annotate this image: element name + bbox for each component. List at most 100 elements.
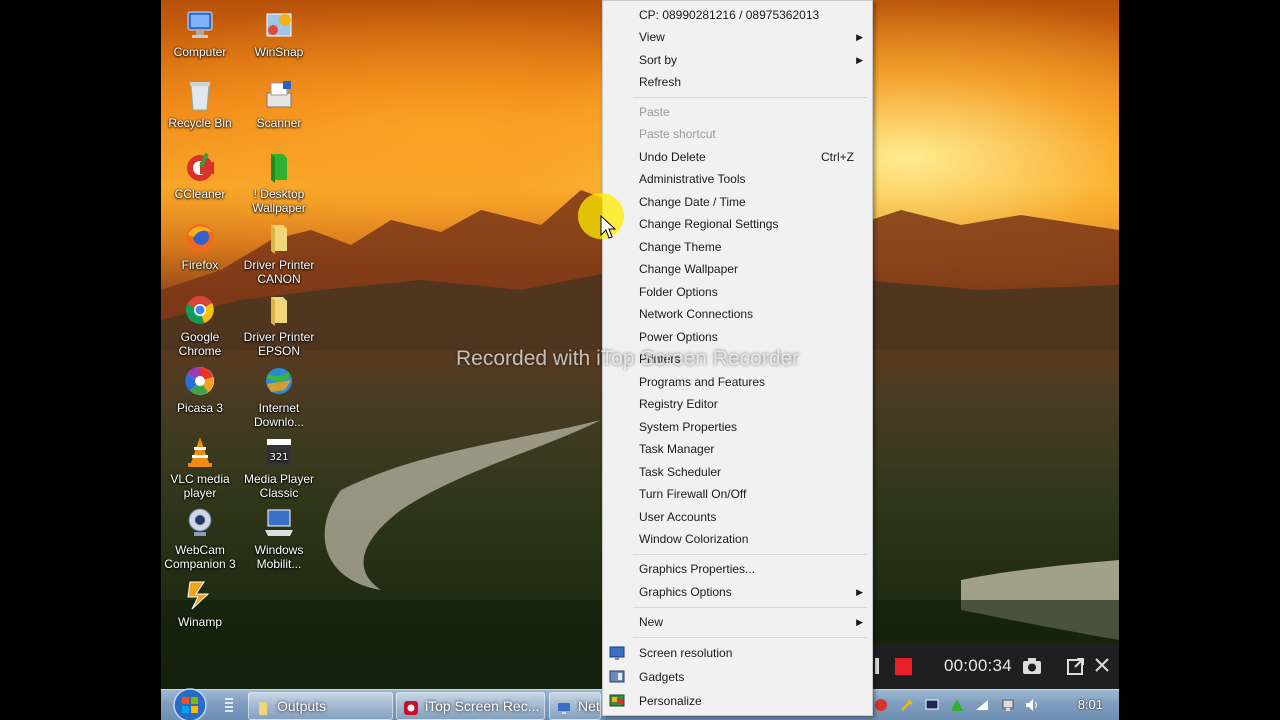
- taskbar-button-outputs[interactable]: Outputs: [248, 692, 393, 720]
- tray-tools-icon[interactable]: [900, 698, 914, 712]
- menu-item-change-date-time[interactable]: Change Date / Time: [603, 191, 872, 213]
- desktop-icon-label: VLC media player: [170, 472, 230, 500]
- menu-separator: [633, 607, 867, 608]
- ccleaner-icon: [182, 150, 218, 184]
- menu-item-label: Folder Options: [639, 285, 718, 299]
- globe-download-icon: [261, 364, 297, 398]
- screenshot-camera-icon[interactable]: [1022, 657, 1042, 680]
- menu-item-label: Sort by: [639, 53, 678, 67]
- menu-item-window-colorization[interactable]: Window Colorization: [603, 528, 872, 550]
- menu-item-label: Printers: [639, 352, 681, 366]
- menu-item-graphics-properties[interactable]: Graphics Properties...: [603, 558, 872, 580]
- menu-item-printers[interactable]: Printers: [603, 348, 872, 370]
- speaker-icon[interactable]: [1025, 698, 1039, 712]
- scanner-icon: [261, 79, 297, 113]
- desktop-icon-webcam-companion[interactable]: WebCam Companion 3: [161, 506, 240, 571]
- desktop-icon-picasa[interactable]: Picasa 3: [161, 364, 240, 415]
- desktop-icon-recycle-bin[interactable]: Recycle Bin: [161, 79, 240, 130]
- chrome-icon: [182, 293, 218, 327]
- menu-item-screen-resolution[interactable]: Screen resolution: [603, 642, 872, 664]
- desktop-icon-vlc[interactable]: VLC media player: [161, 435, 240, 500]
- desktop-icon-winsnap[interactable]: WinSnap: [239, 8, 319, 59]
- menu-item-task-manager[interactable]: Task Manager: [603, 438, 872, 460]
- desktop-icon-computer[interactable]: Computer: [161, 8, 240, 59]
- menu-item-system-properties[interactable]: System Properties: [603, 416, 872, 438]
- menu-item-network-connections[interactable]: Network Connections: [603, 303, 872, 325]
- menu-item-label: Personalize: [639, 694, 702, 708]
- desktop-icon-label: WinSnap: [254, 45, 304, 59]
- submenu-arrow-icon: ▶: [856, 32, 863, 42]
- menu-item-label: Change Theme: [639, 240, 722, 254]
- desktop-icon-label: Driver Printer CANON: [243, 258, 315, 286]
- menu-item-graphics-options[interactable]: Graphics Options ▶: [603, 581, 872, 603]
- desktop-icon-ccleaner[interactable]: CCleaner: [161, 150, 240, 201]
- minimize-to-corner-icon[interactable]: [1067, 657, 1085, 680]
- menu-item-refresh[interactable]: Refresh: [603, 71, 872, 93]
- desktop-icon-media-player-classic[interactable]: 321 Media Player Classic: [239, 435, 319, 500]
- menu-item-view[interactable]: View ▶: [603, 26, 872, 48]
- desktop-icon-label: Recycle Bin: [168, 116, 232, 130]
- menu-item-folder-options[interactable]: Folder Options: [603, 281, 872, 303]
- desktop-icon-label: CCleaner: [174, 187, 226, 201]
- pause-button[interactable]: [875, 658, 879, 674]
- taskbar-button-itop[interactable]: iTop Screen Rec...: [396, 692, 545, 720]
- tray-wifi-icon[interactable]: [975, 698, 989, 712]
- desktop-icon-driver-printer-epson[interactable]: Driver Printer EPSON: [239, 293, 319, 358]
- menu-item-power-options[interactable]: Power Options: [603, 326, 872, 348]
- desktop-icon-windows-mobility[interactable]: Windows Mobilit...: [239, 506, 319, 571]
- menu-item-change-theme[interactable]: Change Theme: [603, 236, 872, 258]
- menu-item-label: Programs and Features: [639, 375, 766, 389]
- taskbar-clock[interactable]: 8:01: [1078, 697, 1103, 712]
- menu-item-new[interactable]: New ▶: [603, 611, 872, 633]
- menu-item-undo-delete[interactable]: Undo Delete Ctrl+Z: [603, 146, 872, 168]
- menu-item-label: Network Connections: [639, 307, 754, 321]
- menu-item-administrative-tools[interactable]: Administrative Tools: [603, 168, 872, 190]
- menu-item-label: Power Options: [639, 330, 718, 344]
- picasa-icon: [182, 364, 218, 398]
- tray-monitor-icon[interactable]: [925, 698, 939, 712]
- firefox-icon: [182, 221, 218, 255]
- menu-item-label: Paste: [639, 105, 670, 119]
- menu-item-change-wallpaper[interactable]: Change Wallpaper: [603, 258, 872, 280]
- menu-item-label: New: [639, 615, 664, 629]
- taskbar-button-label: Net: [578, 698, 600, 714]
- menu-item-label: Task Scheduler: [639, 465, 722, 479]
- desktop-icon-internet-download[interactable]: Internet Downlo...: [239, 364, 319, 429]
- personalize-icon: [609, 693, 625, 709]
- taskbar-button-label: Outputs: [277, 698, 327, 714]
- tray-red-icon[interactable]: [874, 698, 888, 712]
- menu-item-task-scheduler[interactable]: Task Scheduler: [603, 461, 872, 483]
- menu-item-gadgets[interactable]: Gadgets: [603, 666, 872, 688]
- recording-timer: 00:00:34: [944, 656, 1012, 675]
- desktop-icon-firefox[interactable]: Firefox: [161, 221, 240, 272]
- menu-item-programs-and-features[interactable]: Programs and Features: [603, 371, 872, 393]
- stop-record-button[interactable]: [895, 658, 912, 675]
- desktop-icon-winamp[interactable]: Winamp: [161, 578, 240, 629]
- screen-resolution-icon: [609, 645, 625, 661]
- desktop-icon-google-chrome[interactable]: Google Chrome: [161, 293, 240, 358]
- menu-item-sort-by[interactable]: Sort by ▶: [603, 49, 872, 71]
- desktop-icon-desktop-wallpaper[interactable]: ! Desktop Wallpaper: [239, 150, 319, 215]
- menu-item-label: Change Date / Time: [639, 195, 746, 209]
- close-icon[interactable]: [1095, 658, 1109, 677]
- start-button[interactable]: [170, 687, 210, 720]
- winsnap-icon: [261, 8, 297, 42]
- desktop-icon-driver-printer-canon[interactable]: Driver Printer CANON: [239, 221, 319, 286]
- taskbar-button-network[interactable]: Net: [549, 692, 601, 720]
- menu-item-change-regional-settings[interactable]: Change Regional Settings: [603, 213, 872, 235]
- laptop-icon: [261, 506, 297, 540]
- menu-item-user-accounts[interactable]: User Accounts: [603, 506, 872, 528]
- gadgets-icon: [609, 669, 625, 685]
- menu-separator: [633, 554, 867, 555]
- menu-item-personalize[interactable]: Personalize: [603, 690, 872, 712]
- tray-green-triangle-icon[interactable]: [950, 698, 964, 712]
- menu-header-contact[interactable]: CP: 08990281216 / 08975362013: [603, 4, 872, 26]
- menu-item-turn-firewall[interactable]: Turn Firewall On/Off: [603, 483, 872, 505]
- submenu-arrow-icon: ▶: [856, 55, 863, 65]
- menu-item-label: Undo Delete: [639, 150, 706, 164]
- menu-item-label: Graphics Properties...: [639, 562, 756, 576]
- desktop-icon-label: Windows Mobilit...: [254, 543, 304, 571]
- menu-item-registry-editor[interactable]: Registry Editor: [603, 393, 872, 415]
- tray-network-icon[interactable]: [1001, 698, 1015, 712]
- desktop-icon-scanner[interactable]: Scanner: [239, 79, 319, 130]
